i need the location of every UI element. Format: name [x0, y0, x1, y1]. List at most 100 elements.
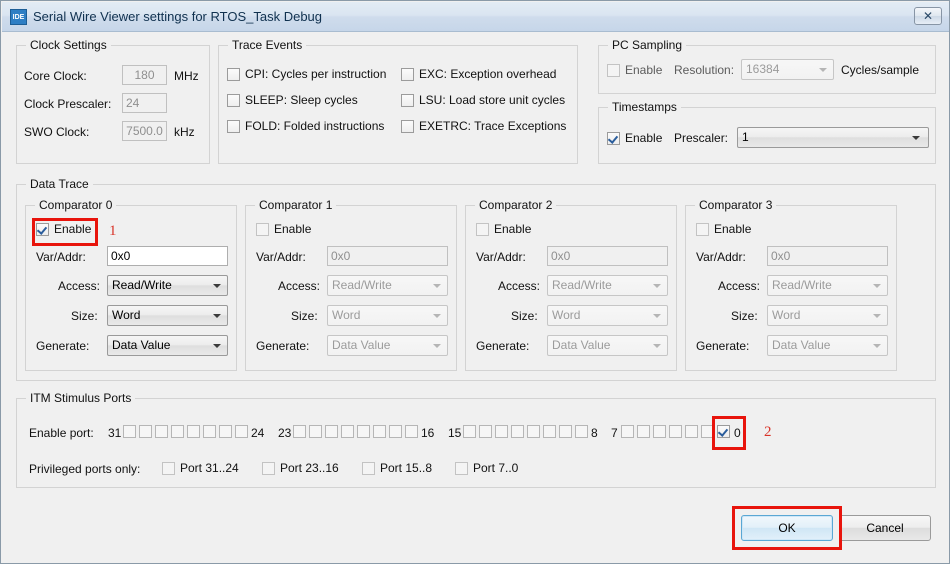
itm-port-14-checkbox[interactable] — [479, 425, 492, 438]
ok-button[interactable]: OK — [741, 515, 833, 541]
comparator-2-varaddr-input[interactable]: 0x0 — [547, 246, 668, 266]
itm-port-24-checkbox[interactable] — [235, 425, 248, 438]
close-button[interactable]: ✕ — [914, 7, 942, 25]
comparator-3-enable-checkbox[interactable] — [696, 223, 709, 236]
clock-prescaler-input[interactable]: 24 — [122, 93, 167, 113]
trace-event-lsu-checkbox[interactable] — [401, 94, 414, 107]
itm-port-5-checkbox[interactable] — [653, 425, 666, 438]
itm-port-22-checkbox[interactable] — [309, 425, 322, 438]
comparator-0-access-label: Access: — [58, 279, 101, 293]
itm-port-18-checkbox[interactable] — [373, 425, 386, 438]
itm-port-31-checkbox[interactable] — [123, 425, 136, 438]
chevron-down-icon — [873, 313, 881, 318]
itm-port-0-checkbox[interactable] — [717, 425, 730, 438]
itm-port-12-checkbox[interactable] — [511, 425, 524, 438]
trace-event-lsu-label: LSU: Load store unit cycles — [419, 93, 566, 107]
itm-port-4-checkbox[interactable] — [669, 425, 682, 438]
itm-port-2-checkbox[interactable] — [701, 425, 714, 438]
comparator-1-varaddr-input[interactable]: 0x0 — [327, 246, 448, 266]
trace-event-sleep-checkbox[interactable] — [227, 94, 240, 107]
itm-port-9-checkbox[interactable] — [559, 425, 572, 438]
comparator-1-access-select[interactable]: Read/Write — [327, 275, 448, 296]
trace-event-exetrc-checkbox[interactable] — [401, 120, 414, 133]
comparator-2-group: Comparator 2 Enable Var/Addr: 0x0 Access… — [465, 198, 677, 371]
privileged-port-23-16-checkbox[interactable] — [262, 462, 275, 475]
comparator-0-access-select[interactable]: Read/Write — [107, 275, 228, 296]
itm-port-25-checkbox[interactable] — [219, 425, 232, 438]
comparator-3-varaddr-label: Var/Addr: — [696, 250, 746, 264]
comparator-0-generate-value: Data Value — [112, 338, 171, 352]
comparator-2-enable-checkbox[interactable] — [476, 223, 489, 236]
timestamps-prescaler-select[interactable]: 1 — [737, 127, 929, 148]
chevron-down-icon — [653, 343, 661, 348]
privileged-port-7-0-label: Port 7..0 — [473, 461, 519, 475]
comparator-1-size-select[interactable]: Word — [327, 305, 448, 326]
core-clock-input[interactable]: 180 — [122, 65, 167, 85]
comparator-3-size-select[interactable]: Word — [767, 305, 888, 326]
port-group-1-low-label: 16 — [421, 426, 435, 440]
comparator-1-size-value: Word — [332, 308, 361, 322]
comparator-1-enable-checkbox[interactable] — [256, 223, 269, 236]
pc-sampling-resolution-select[interactable]: 16384 — [741, 59, 834, 80]
itm-port-7-checkbox[interactable] — [621, 425, 634, 438]
itm-port-20-checkbox[interactable] — [341, 425, 354, 438]
timestamps-enable-checkbox[interactable] — [607, 132, 620, 145]
cancel-button[interactable]: Cancel — [839, 515, 931, 541]
comparator-1-access-value: Read/Write — [332, 278, 392, 292]
privileged-port-15-8-checkbox[interactable] — [362, 462, 375, 475]
chevron-down-icon — [912, 135, 920, 140]
itm-port-8-checkbox[interactable] — [575, 425, 588, 438]
itm-port-17-checkbox[interactable] — [389, 425, 402, 438]
chevron-down-icon — [213, 283, 221, 288]
comparator-0-enable-checkbox[interactable] — [36, 223, 49, 236]
comparator-0-varaddr-input[interactable]: 0x0 — [107, 246, 228, 266]
comparator-2-access-label: Access: — [498, 279, 541, 293]
trace-event-fold-label: FOLD: Folded instructions — [245, 119, 385, 133]
comparator-1-generate-select[interactable]: Data Value — [327, 335, 448, 356]
itm-port-29-checkbox[interactable] — [155, 425, 168, 438]
comparator-0-size-select[interactable]: Word — [107, 305, 228, 326]
comparator-2-access-select[interactable]: Read/Write — [547, 275, 668, 296]
chevron-down-icon — [433, 283, 441, 288]
itm-port-13-checkbox[interactable] — [495, 425, 508, 438]
comparator-0-varaddr-label: Var/Addr: — [36, 250, 86, 264]
itm-port-19-checkbox[interactable] — [357, 425, 370, 438]
comparator-1-size-label: Size: — [291, 309, 318, 323]
trace-event-fold-checkbox[interactable] — [227, 120, 240, 133]
itm-port-6-checkbox[interactable] — [637, 425, 650, 438]
itm-port-15-checkbox[interactable] — [463, 425, 476, 438]
itm-port-28-checkbox[interactable] — [171, 425, 184, 438]
itm-port-16-checkbox[interactable] — [405, 425, 418, 438]
comparator-2-generate-select[interactable]: Data Value — [547, 335, 668, 356]
pc-sampling-enable-checkbox[interactable] — [607, 64, 620, 77]
privileged-port-31-24-checkbox[interactable] — [162, 462, 175, 475]
privileged-port-7-0-checkbox[interactable] — [455, 462, 468, 475]
itm-port-21-checkbox[interactable] — [325, 425, 338, 438]
comparator-3-size-value: Word — [772, 308, 801, 322]
comparator-3-varaddr-input[interactable]: 0x0 — [767, 246, 888, 266]
comparator-3-generate-select[interactable]: Data Value — [767, 335, 888, 356]
itm-port-30-checkbox[interactable] — [139, 425, 152, 438]
itm-port-23-checkbox[interactable] — [293, 425, 306, 438]
comparator-0-generate-select[interactable]: Data Value — [107, 335, 228, 356]
swo-clock-input[interactable]: 7500.0 — [122, 121, 167, 141]
itm-port-10-checkbox[interactable] — [543, 425, 556, 438]
itm-port-11-checkbox[interactable] — [527, 425, 540, 438]
trace-event-exc-checkbox[interactable] — [401, 68, 414, 81]
comparator-3-access-select[interactable]: Read/Write — [767, 275, 888, 296]
comparator-0-size-value: Word — [112, 308, 141, 322]
trace-event-cpi-checkbox[interactable] — [227, 68, 240, 81]
trace-event-sleep-label: SLEEP: Sleep cycles — [245, 93, 358, 107]
window-title: Serial Wire Viewer settings for RTOS_Tas… — [33, 9, 323, 24]
pc-sampling-resolution-label: Resolution: — [674, 63, 735, 77]
itm-port-3-checkbox[interactable] — [685, 425, 698, 438]
swv-settings-dialog: IDE Serial Wire Viewer settings for RTOS… — [0, 0, 950, 564]
itm-port-26-checkbox[interactable] — [203, 425, 216, 438]
itm-port-27-checkbox[interactable] — [187, 425, 200, 438]
comparator-2-size-select[interactable]: Word — [547, 305, 668, 326]
comparator-1-access-label: Access: — [278, 279, 321, 293]
port-group-1-high-label: 23 — [278, 426, 292, 440]
comparator-0-title: Comparator 0 — [35, 198, 117, 212]
pc-sampling-cycles-label: Cycles/sample — [841, 63, 920, 77]
comparator-2-size-value: Word — [552, 308, 581, 322]
